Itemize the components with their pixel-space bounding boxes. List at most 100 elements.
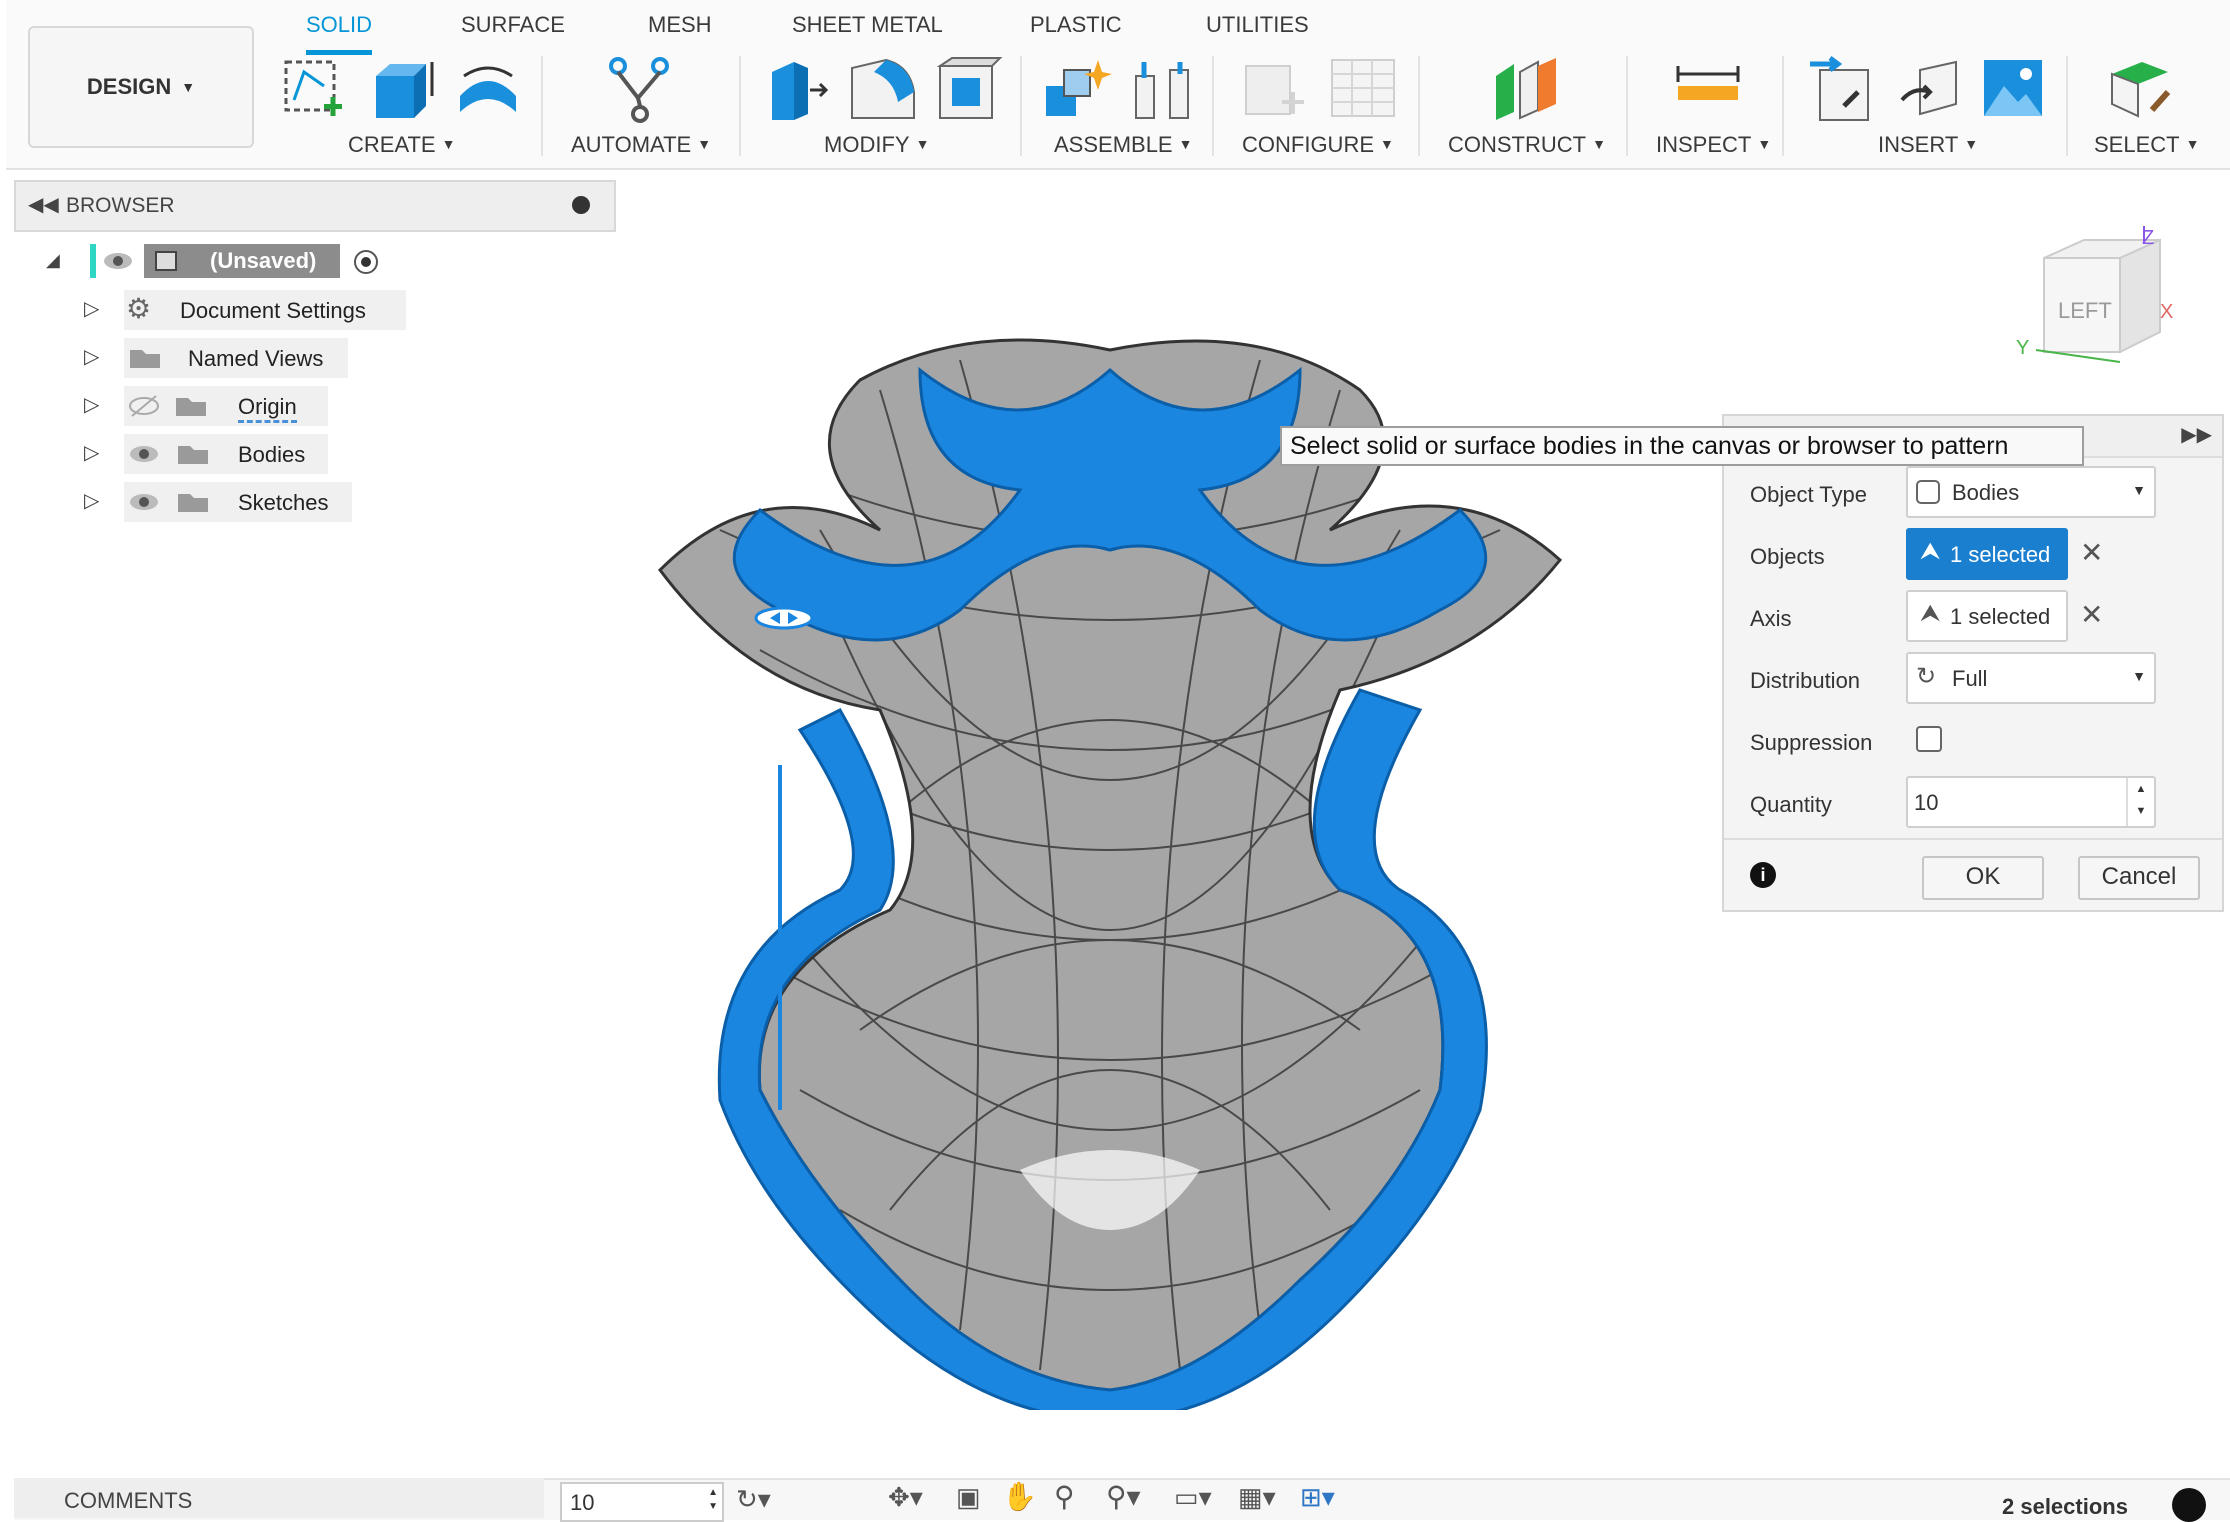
tab-utilities[interactable]: UTILITIES xyxy=(1206,10,1309,50)
folder-icon xyxy=(176,398,206,416)
expand-triangle-icon[interactable]: ▷ xyxy=(84,392,99,417)
extrude-icon[interactable] xyxy=(370,56,440,122)
browser-item-sketches[interactable]: ▷ Sketches xyxy=(84,482,364,522)
insert-canvas-icon[interactable] xyxy=(1978,56,2048,122)
revolve-icon[interactable] xyxy=(454,56,524,122)
configuration-table-icon[interactable] xyxy=(1328,56,1398,122)
comments-panel[interactable]: COMMENTS xyxy=(14,1478,544,1518)
browser-pin-icon[interactable] xyxy=(572,196,590,214)
ok-button[interactable]: OK xyxy=(1922,856,2044,900)
axis-glyph-icon[interactable] xyxy=(754,606,814,630)
expand-right-icon[interactable]: ▶▶ xyxy=(2181,422,2212,447)
quantity-input[interactable]: 10 ▲ ▼ xyxy=(1906,776,2156,828)
object-type-select[interactable]: Bodies ▼ xyxy=(1906,466,2156,518)
comments-label: COMMENTS xyxy=(64,1488,193,1513)
group-configure[interactable]: CONFIGURE ▼ xyxy=(1242,132,1394,158)
expand-triangle-icon[interactable]: ▷ xyxy=(84,440,99,465)
design-workspace-menu[interactable]: DESIGN ▼ xyxy=(28,26,254,148)
gear-icon: ⚙ xyxy=(126,293,152,324)
group-automate[interactable]: AUTOMATE ▼ xyxy=(571,132,711,158)
stepper-icon[interactable]: ▲ ▼ xyxy=(708,1486,718,1514)
press-pull-icon[interactable] xyxy=(764,56,834,122)
group-assemble[interactable]: ASSEMBLE ▼ xyxy=(1054,132,1192,158)
fillet-icon[interactable] xyxy=(848,56,918,122)
group-modify[interactable]: MODIFY ▼ xyxy=(824,132,929,158)
folder-icon xyxy=(178,494,208,512)
zoom-icon[interactable]: ⚲ xyxy=(1054,1480,1075,1513)
group-create[interactable]: CREATE ▼ xyxy=(348,132,455,158)
eye-icon[interactable] xyxy=(102,250,134,272)
group-insert[interactable]: INSERT ▼ xyxy=(1878,132,1978,158)
tab-mesh[interactable]: MESH xyxy=(648,10,712,50)
insert-derive-icon[interactable] xyxy=(1808,56,1878,126)
pan-icon[interactable]: ✋ xyxy=(1002,1480,1037,1513)
select-icon[interactable] xyxy=(2106,56,2176,122)
info-icon[interactable]: i xyxy=(1750,862,1776,888)
model-canvas[interactable] xyxy=(640,330,1580,1410)
axis-value: 1 selected xyxy=(1950,604,2051,629)
quantity-mini-input[interactable]: 10 ▲ ▼ xyxy=(560,1482,724,1522)
chevron-down-icon: ▼ xyxy=(181,79,196,95)
clear-axis-icon[interactable]: ✕ xyxy=(2080,598,2103,631)
construct-plane-icon[interactable] xyxy=(1492,56,1562,122)
browser-item-label: Named Views xyxy=(188,346,324,371)
rotate-icon: ↻ xyxy=(1916,663,1937,690)
expand-triangle-icon[interactable]: ◢ xyxy=(46,250,60,271)
tab-plastic[interactable]: PLASTIC xyxy=(1030,10,1122,50)
browser-root[interactable]: ◢ (Unsaved) xyxy=(46,242,386,282)
configure-icon[interactable] xyxy=(1242,56,1312,122)
divider xyxy=(1020,56,1022,156)
browser-header[interactable]: ◀◀ BROWSER xyxy=(14,180,616,232)
eye-icon[interactable] xyxy=(128,442,162,466)
look-at-icon[interactable]: ▣ xyxy=(956,1482,981,1513)
group-construct[interactable]: CONSTRUCT ▼ xyxy=(1448,132,1606,158)
selection-filter-icon[interactable] xyxy=(2172,1488,2206,1522)
expand-triangle-icon[interactable]: ▷ xyxy=(84,488,99,513)
objects-selector[interactable]: ⮝ 1 selected xyxy=(1906,528,2068,580)
expand-triangle-icon[interactable]: ▷ xyxy=(84,344,99,369)
browser-item-bodies[interactable]: ▷ Bodies xyxy=(84,434,344,474)
automate-icon[interactable] xyxy=(604,56,674,126)
browser-item-named-views[interactable]: ▷ Named Views xyxy=(84,338,364,378)
new-component-icon[interactable] xyxy=(1042,56,1112,126)
cursor-arrow-icon: ⮝ xyxy=(1920,600,1941,627)
quantity-stepper[interactable]: ▲ ▼ xyxy=(2126,778,2154,826)
eye-hidden-icon[interactable] xyxy=(128,394,162,418)
divider xyxy=(1782,56,1784,156)
create-sketch-icon[interactable] xyxy=(280,56,350,122)
viewports-icon[interactable]: ⊞▾ xyxy=(1300,1482,1335,1513)
document-icon xyxy=(155,251,177,271)
zoom-window-icon[interactable]: ⚲▾ xyxy=(1106,1480,1141,1513)
tab-sheet-metal[interactable]: SHEET METAL xyxy=(792,10,943,50)
group-select[interactable]: SELECT ▼ xyxy=(2094,132,2199,158)
eye-icon[interactable] xyxy=(128,490,162,514)
navigation-toolbar: ✥▾ ▣ ✋ ⚲ ⚲▾ ▭▾ ▦▾ ⊞▾ xyxy=(880,1480,1350,1516)
rotate-icon[interactable]: ↻▾ xyxy=(736,1484,771,1515)
insert-mesh-icon[interactable] xyxy=(1896,56,1966,122)
joint-icon[interactable] xyxy=(1130,56,1200,122)
tab-solid[interactable]: SOLID xyxy=(306,10,373,55)
shell-icon[interactable] xyxy=(934,56,1004,122)
axis-selector[interactable]: ⮝ 1 selected xyxy=(1906,590,2068,642)
folder-icon xyxy=(178,446,208,464)
quantity-value: 10 xyxy=(1914,790,1939,815)
tab-surface[interactable]: SURFACE xyxy=(461,10,565,50)
orbit-icon[interactable]: ✥▾ xyxy=(888,1482,923,1513)
view-cube[interactable]: LEFT Z X Y xyxy=(2006,222,2186,382)
quantity-mini-value: 10 xyxy=(570,1490,595,1515)
measure-icon[interactable] xyxy=(1674,56,1744,122)
group-inspect[interactable]: INSPECT ▼ xyxy=(1656,132,1771,158)
browser-item-origin[interactable]: ▷ Origin xyxy=(84,386,344,426)
cancel-button[interactable]: Cancel xyxy=(2078,856,2200,900)
browser-item-document-settings[interactable]: ▷ ⚙ Document Settings xyxy=(84,290,414,330)
expand-triangle-icon[interactable]: ▷ xyxy=(84,296,99,321)
grid-icon[interactable]: ▦▾ xyxy=(1238,1482,1276,1513)
suppression-checkbox[interactable] xyxy=(1916,726,1942,752)
distribution-select[interactable]: ↻ Full ▼ xyxy=(1906,652,2156,704)
clear-objects-icon[interactable]: ✕ xyxy=(2080,536,2103,569)
activate-radio-icon[interactable] xyxy=(352,248,380,276)
collapse-left-icon[interactable]: ◀◀ xyxy=(28,192,59,217)
browser-item-label: Origin xyxy=(238,394,297,423)
display-settings-icon[interactable]: ▭▾ xyxy=(1174,1482,1212,1513)
browser-title: BROWSER xyxy=(66,194,175,217)
